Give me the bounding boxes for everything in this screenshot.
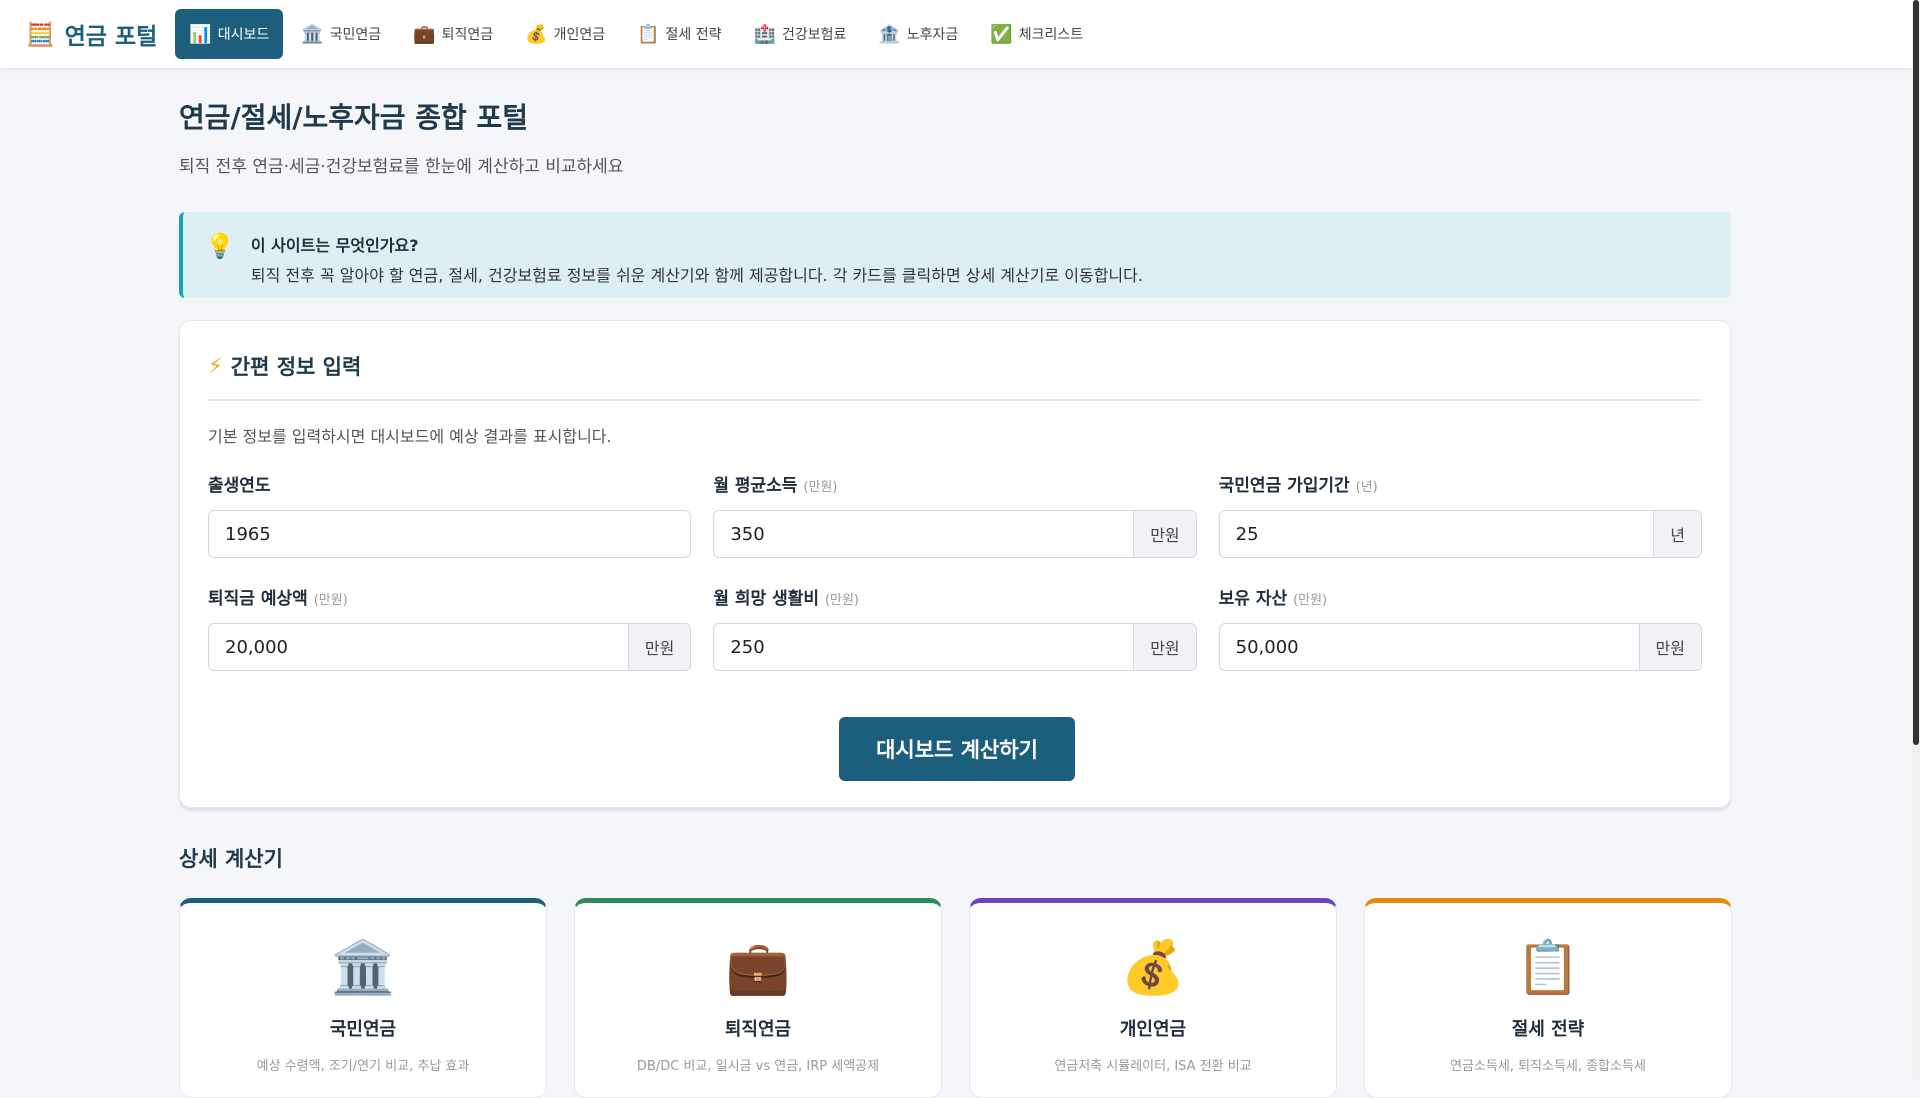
- logo[interactable]: 🧮 연금 포털: [26, 17, 157, 51]
- nav-item-0[interactable]: 📊 대시보드: [175, 9, 284, 59]
- calculator-card[interactable]: 💼 퇴직연금 DB/DC 비교, 일시금 vs 연금, IRP 세액공제: [574, 898, 942, 1098]
- nav-item-7[interactable]: ✅ 체크리스트: [976, 9, 1097, 59]
- nav-label: 퇴직연금: [441, 27, 494, 43]
- nav-item-4[interactable]: 📋 절세 전략: [623, 9, 735, 59]
- nav-item-2[interactable]: 💼 퇴직연금: [399, 9, 507, 59]
- clipboard-icon: 📋: [637, 23, 660, 45]
- info-text: 퇴직 전후 꼭 알아야 할 연금, 절세, 건강보험료 정보를 쉬운 계산기와 …: [250, 266, 1143, 285]
- nav-label: 노후자금: [906, 27, 959, 43]
- money-bag-icon: 💰: [525, 23, 548, 45]
- nav-label: 건강보험료: [781, 27, 847, 43]
- field-hint: (만원): [803, 480, 838, 495]
- field-assets: 보유 자산 (만원) 50,000 만원: [1218, 584, 1702, 671]
- card-title: 퇴직연금: [724, 1019, 792, 1040]
- card-title: 국민연금: [329, 1019, 397, 1040]
- field-label: 출생연도: [208, 476, 271, 496]
- field-label: 월 평균소득 (만원): [713, 476, 838, 496]
- calculator-card[interactable]: 🏛️ 국민연금예상 수령액, 조기/연기 비교, 추납 효과: [179, 898, 547, 1098]
- field-birth-year: 출생연도 1965: [208, 471, 692, 558]
- unit-label: 만원: [1133, 624, 1196, 670]
- living-cost-input[interactable]: 250: [714, 624, 1133, 670]
- unit-label: 만원: [1133, 511, 1196, 557]
- bank-building-icon: 🏛️: [330, 938, 396, 998]
- money-bag-icon: 💰: [1120, 938, 1186, 998]
- checkmark-icon: ✅: [990, 23, 1013, 45]
- card-desc: DB/DC 비교, 일시금 vs 연금, IRP 세액공제: [636, 1059, 880, 1074]
- nav-label: 절세 전략: [665, 27, 722, 43]
- field-label: 보유 자산 (만원): [1218, 589, 1328, 609]
- bank-icon: 🏦: [878, 23, 901, 45]
- section-title: 상세 계산기: [179, 847, 283, 871]
- unit-label: 만원: [627, 624, 691, 670]
- field-hint: (년): [1355, 480, 1378, 495]
- field-label: 퇴직금 예상액 (만원): [208, 589, 348, 609]
- nav-label: 체크리스트: [1018, 27, 1084, 43]
- info-box: 💡 이 사이트는 무엇인가요? 퇴직 전후 꼭 알아야 할 연금, 절세, 건강…: [179, 212, 1731, 298]
- severance-input[interactable]: 20,000: [209, 624, 628, 670]
- assets-input[interactable]: 50,000: [1220, 624, 1639, 670]
- unit-label: 년: [1653, 511, 1701, 557]
- nav-item-6[interactable]: 🏦 노후자금: [864, 9, 972, 59]
- unit-label: 만원: [1638, 624, 1701, 670]
- form-title: 간편 정보 입력: [230, 355, 362, 379]
- nav-item-5[interactable]: 🏥 건강보험료: [740, 9, 861, 59]
- field-pension-period: 국민연금 가입기간 (년) 25 년: [1218, 471, 1702, 558]
- nav-label: 개인연금: [553, 27, 606, 43]
- field-hint: (만원): [1293, 593, 1328, 608]
- top-nav: 🧮 연금 포털 📊 대시보드 🏛️ 국민연금 💼 퇴직연금 💰 개인연금 📋 절세 전략 🏥 건강보험료…: [0, 0, 1912, 68]
- field-hint: (만원): [824, 593, 860, 608]
- nav-label: 대시보드: [217, 27, 270, 43]
- nav-item-1[interactable]: 🏛️ 국민연금: [287, 9, 395, 59]
- card-desc: 예상 수령액, 조기/연기 비교, 추납 효과: [256, 1059, 470, 1074]
- pension-period-input[interactable]: 25: [1220, 511, 1654, 557]
- calculate-dashboard-button[interactable]: 대시보드 계산하기: [839, 717, 1075, 781]
- abacus-icon: 🧮: [26, 21, 55, 48]
- briefcase-icon: 💼: [413, 23, 436, 45]
- field-hint: (만원): [313, 593, 348, 608]
- chart-icon: 📊: [189, 23, 212, 45]
- hospital-icon: 🏥: [753, 23, 776, 45]
- card-desc: 연금저축 시뮬레이터, ISA 전환 비교: [1054, 1059, 1252, 1074]
- card-title: 절세 전략: [1511, 1019, 1585, 1040]
- scrollbar-thumb[interactable]: [1913, 0, 1919, 745]
- info-title: 이 사이트는 무엇인가요?: [250, 236, 419, 255]
- page-subtitle: 퇴직 전후 연금·세금·건강보험료를 한눈에 계산하고 비교하세요: [179, 157, 624, 177]
- field-severance: 퇴직금 예상액 (만원) 20,000 만원: [208, 584, 692, 671]
- birth-year-input[interactable]: 1965: [209, 511, 690, 557]
- divider: [208, 399, 1702, 401]
- briefcase-icon: 💼: [725, 938, 791, 998]
- form-desc: 기본 정보를 입력하시면 대시보드에 예상 결과를 표시합니다.: [208, 427, 612, 446]
- card-desc: 연금소득세, 퇴직소득세, 종합소득세: [1450, 1059, 1646, 1074]
- nav-label: 국민연금: [329, 27, 382, 43]
- lightning-icon: ⚡: [208, 354, 223, 378]
- quick-input-card: ⚡ 간편 정보 입력 기본 정보를 입력하시면 대시보드에 예상 결과를 표시합니…: [179, 320, 1731, 808]
- field-label: 월 희망 생활비 (만원): [713, 589, 860, 609]
- page-title: 연금/절세/노후자금 종합 포털: [179, 101, 529, 134]
- clipboard-icon: 📋: [1515, 938, 1581, 998]
- field-label: 국민연금 가입기간 (년): [1218, 476, 1378, 496]
- card-title: 개인연금: [1119, 1019, 1187, 1040]
- nav-item-3[interactable]: 💰 개인연금: [511, 9, 619, 59]
- calculator-card[interactable]: 💰 개인연금연금저축 시뮬레이터, ISA 전환 비교: [969, 898, 1337, 1098]
- scrollbar[interactable]: [1912, 0, 1920, 1080]
- monthly-income-input[interactable]: 350: [714, 511, 1133, 557]
- calculator-card[interactable]: 📋 절세 전략연금소득세, 퇴직소득세, 종합소득세: [1364, 898, 1732, 1098]
- field-monthly-income: 월 평균소득 (만원) 350 만원: [713, 471, 1197, 558]
- lightbulb-icon: 💡: [205, 232, 235, 260]
- field-living-cost: 월 희망 생활비 (만원) 250 만원: [713, 584, 1197, 671]
- bank-building-icon: 🏛️: [301, 23, 324, 45]
